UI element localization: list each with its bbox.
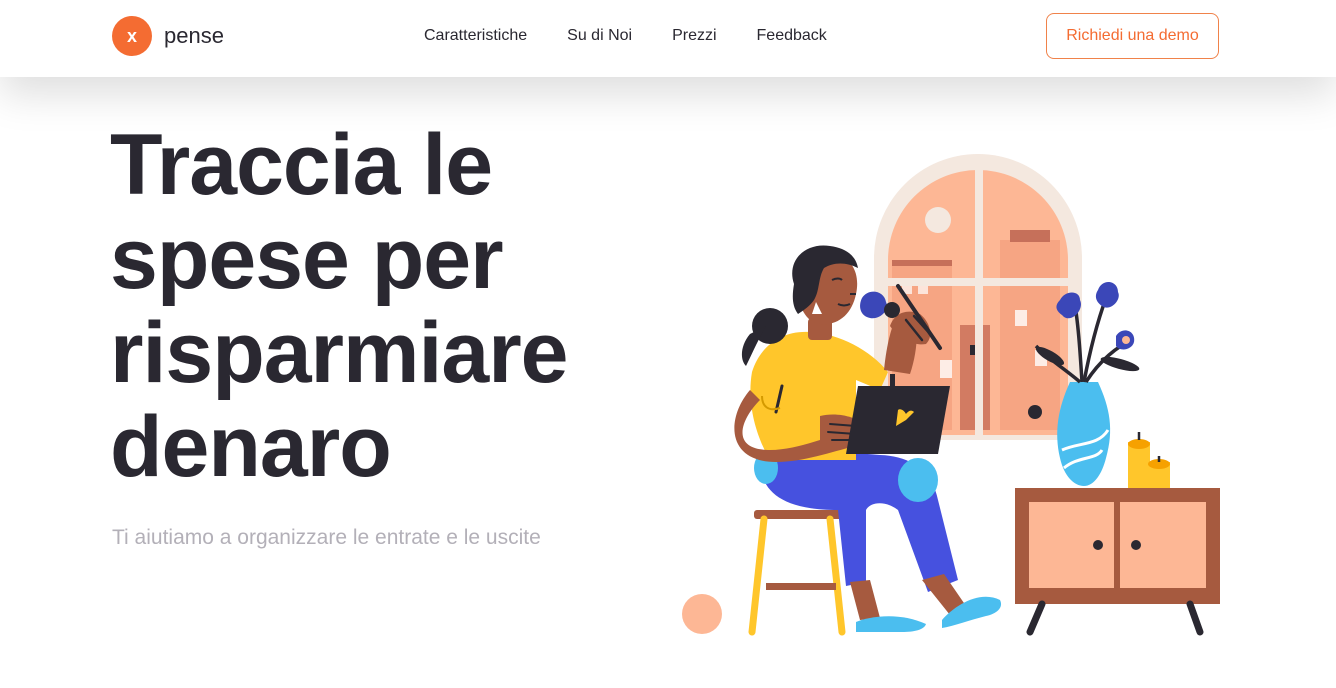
hero-subtitle: Ti aiutiamo a organizzare le entrate e l… [112, 526, 541, 549]
logo-text: pense [164, 23, 224, 48]
hero-title: Traccia le spese per risparmiare denaro [110, 117, 569, 495]
nav-link-feedback[interactable]: Feedback [757, 26, 827, 46]
nav-link-su-di-noi[interactable]: Su di Noi [567, 26, 632, 46]
woman-with-laptop-illustration [682, 154, 1220, 636]
top-navbar: x pense Caratteristiche Su di Noi Prezzi… [0, 0, 1336, 77]
main-nav: Caratteristiche Su di Noi Prezzi Feedbac… [424, 26, 867, 46]
nav-link-caratteristiche[interactable]: Caratteristiche [424, 26, 527, 46]
logo-mark: x [112, 16, 152, 56]
logo[interactable]: x pense [112, 16, 224, 56]
request-demo-button[interactable]: Richiedi una demo [1046, 13, 1219, 59]
nav-link-prezzi[interactable]: Prezzi [672, 26, 716, 46]
